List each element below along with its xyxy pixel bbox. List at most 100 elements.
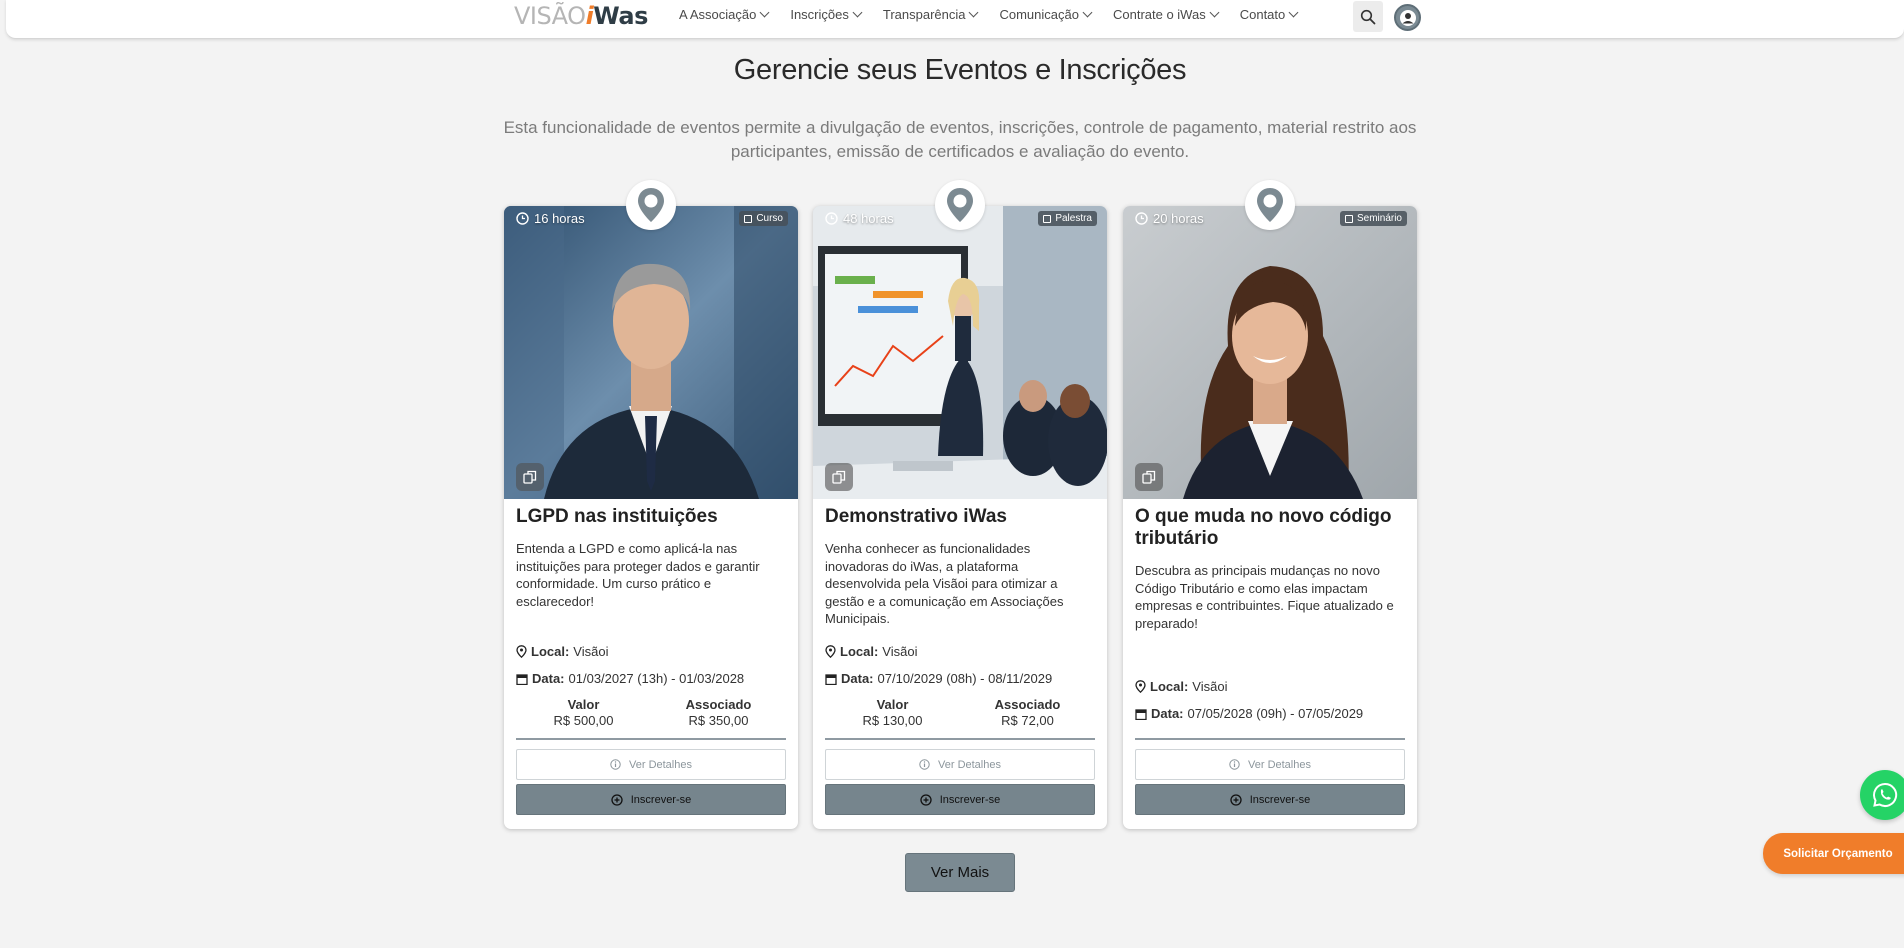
plus-circle-icon: [920, 793, 932, 806]
page-title: Gerencie seus Eventos e Inscrições: [733, 54, 1187, 86]
price-value: R$ 130,00: [862, 713, 923, 728]
whatsapp-button[interactable]: [1860, 770, 1904, 820]
info-icon: [1229, 759, 1240, 770]
chevron-down-icon: [969, 7, 979, 18]
event-card: 16 horas Curso LGPD nas instituições Ent…: [504, 180, 798, 829]
event-image[interactable]: [813, 206, 1107, 499]
divider: [516, 738, 786, 740]
date-label: Data:: [841, 671, 874, 686]
member-price-value: R$ 350,00: [688, 713, 749, 728]
event-card: 20 horas Seminário O que muda no novo có…: [1123, 180, 1417, 829]
main-nav: A Associação Inscrições Transparência Co…: [679, 7, 1319, 22]
date-value: 01/03/2027 (13h) - 01/03/2028: [568, 671, 745, 686]
date-value: 07/10/2029 (08h) - 08/11/2029: [877, 671, 1053, 686]
nav-label: Transparência: [882, 7, 966, 22]
plus-circle-icon: [611, 793, 623, 806]
event-type-badge: Curso: [739, 211, 788, 226]
location-label: Local:: [531, 644, 570, 659]
location-label: Local:: [1150, 679, 1189, 694]
search-button[interactable]: [1353, 1, 1383, 32]
chevron-down-icon: [759, 7, 770, 18]
location-value: Visãoi: [1192, 679, 1228, 694]
copy-icon[interactable]: [1135, 463, 1163, 491]
nav-item-inscricoes[interactable]: Inscrições: [790, 7, 863, 22]
chevron-down-icon: [1082, 7, 1093, 18]
duration-text: 16 horas: [534, 211, 585, 226]
nav-label: Inscrições: [790, 7, 849, 22]
nav-item-transparencia[interactable]: Transparência: [882, 7, 979, 22]
event-image[interactable]: [504, 206, 798, 499]
see-more-button[interactable]: Ver Mais: [905, 853, 1015, 892]
nav-label: Contrate o iWas: [1112, 7, 1206, 22]
nav-item-contato[interactable]: Contato: [1239, 7, 1299, 22]
search-icon: [1360, 9, 1376, 24]
map-pin-icon: [516, 645, 527, 658]
duration-text: 48 horas: [843, 211, 894, 226]
chevron-down-icon: [852, 7, 863, 18]
details-button-label: Ver Detalhes: [629, 758, 692, 771]
divider: [1135, 738, 1405, 740]
event-description: Venha conhecer as funcionalidades inovad…: [825, 541, 1064, 626]
event-card: 48 horas Palestra Demonstrativo iWas Ven…: [813, 180, 1107, 829]
event-type-text: Curso: [756, 213, 783, 224]
price-value: R$ 500,00: [553, 713, 614, 728]
details-button[interactable]: Ver Detalhes: [825, 749, 1095, 780]
nav-label: A Associação: [679, 7, 757, 22]
event-type-badge: Palestra: [1038, 211, 1097, 226]
location-label: Local:: [840, 644, 879, 659]
location-value: Visãoi: [882, 644, 918, 659]
price-label: Valor: [876, 697, 909, 712]
event-date: Data: 07/05/2028 (09h) - 07/05/2029: [1135, 706, 1363, 721]
clock-icon: [1135, 212, 1148, 225]
duration-text: 20 horas: [1153, 211, 1204, 226]
calendar-icon: [516, 673, 528, 685]
event-description: Entenda a LGPD e como aplicá-la nas inst…: [516, 541, 760, 609]
details-button-label: Ver Detalhes: [938, 758, 1001, 771]
nav-label: Contato: [1239, 7, 1286, 22]
info-icon: [610, 759, 621, 770]
nav-label: Comunicação: [999, 7, 1079, 22]
calendar-icon: [825, 673, 837, 685]
event-type-badge: Seminário: [1339, 211, 1407, 226]
location-pin-icon: [1245, 180, 1295, 230]
event-date: Data: 01/03/2027 (13h) - 01/03/2028: [516, 671, 744, 686]
site-logo[interactable]: VISÃOiWas: [514, 2, 648, 30]
map-pin-icon: [1135, 680, 1146, 693]
divider: [825, 738, 1095, 740]
logo-text-visao: VISÃO: [514, 2, 586, 30]
request-quote-button[interactable]: Solicitar Orçamento: [1763, 833, 1904, 874]
nav-item-associacao[interactable]: A Associação: [679, 7, 770, 22]
copy-icon[interactable]: [516, 463, 544, 491]
event-title[interactable]: O que muda no novo código tributário: [1135, 506, 1407, 550]
subscribe-button[interactable]: Inscrever-se: [1135, 784, 1405, 815]
plus-circle-icon: [1230, 793, 1242, 806]
subscribe-button[interactable]: Inscrever-se: [825, 784, 1095, 815]
event-location: Local: Visãoi: [825, 644, 917, 659]
event-location: Local: Visãoi: [1135, 679, 1227, 694]
price-label: Valor: [567, 697, 600, 712]
map-pin-icon: [825, 645, 836, 658]
user-account-button[interactable]: [1394, 4, 1421, 31]
nav-item-contrate[interactable]: Contrate o iWas: [1112, 7, 1220, 22]
event-type-text: Palestra: [1055, 213, 1092, 224]
event-image[interactable]: [1123, 206, 1417, 499]
details-button[interactable]: Ver Detalhes: [516, 749, 786, 780]
event-location: Local: Visãoi: [516, 644, 608, 659]
location-pin-icon: [935, 180, 985, 230]
nav-item-comunicacao[interactable]: Comunicação: [999, 7, 1093, 22]
clock-icon: [825, 212, 838, 225]
date-label: Data:: [1151, 706, 1184, 721]
chevron-down-icon: [1209, 7, 1220, 18]
event-prices: Valor R$ 130,00 Associado R$ 72,00: [825, 697, 1095, 728]
details-button[interactable]: Ver Detalhes: [1135, 749, 1405, 780]
copy-icon[interactable]: [825, 463, 853, 491]
event-title[interactable]: Demonstrativo iWas: [825, 506, 1097, 528]
subscribe-button[interactable]: Inscrever-se: [516, 784, 786, 815]
duration: 16 horas: [516, 211, 585, 226]
duration: 20 horas: [1135, 211, 1204, 226]
subscribe-button-label: Inscrever-se: [630, 793, 692, 806]
event-title[interactable]: LGPD nas instituições: [516, 506, 788, 528]
chart-icon: [1043, 214, 1052, 223]
date-label: Data:: [532, 671, 565, 686]
chart-icon: [1344, 214, 1353, 223]
